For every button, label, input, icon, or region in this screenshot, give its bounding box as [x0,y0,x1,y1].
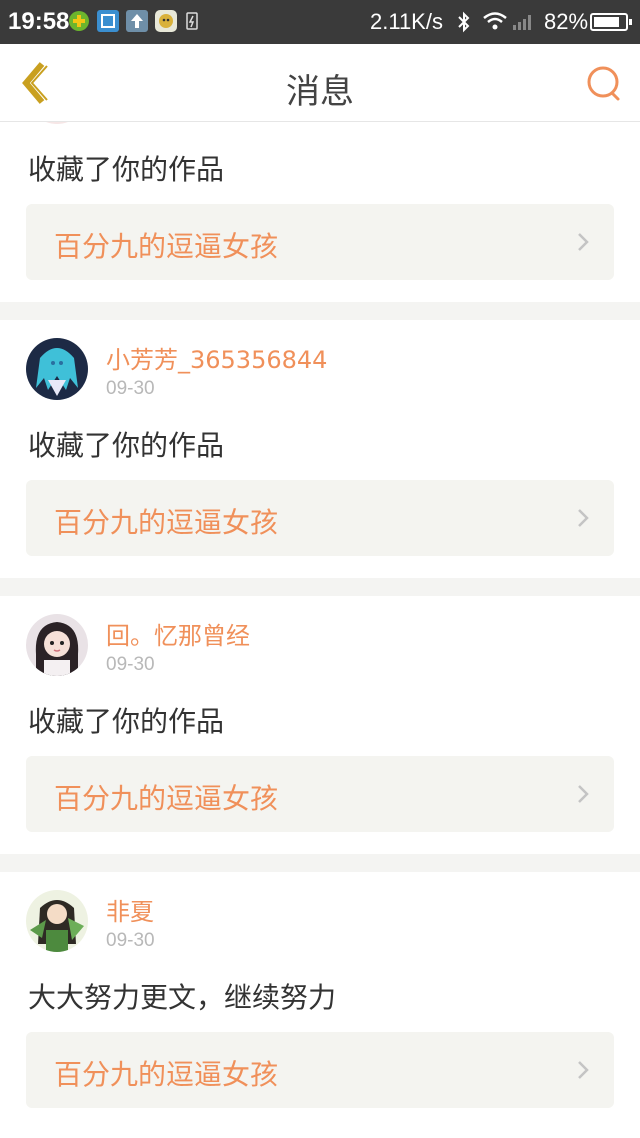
work-title: 百分九的逗逼女孩 [54,506,279,539]
card-separator [0,302,640,320]
battery-level-fill [594,17,619,27]
status-bar: 19:58 2.11K/s 82% [0,0,640,44]
bluetooth-icon [455,10,473,33]
avatar[interactable] [26,122,88,124]
message-text: 收藏了你的作品 [28,429,225,462]
message-date: 09-30 [106,930,155,951]
battery-saver-icon [186,10,198,32]
work-link[interactable]: 百分九的逗逼女孩 [26,480,614,556]
avatar[interactable] [26,890,88,952]
screenshot-icon [97,10,119,32]
message-card: 小芳芳_365356844 09-30 收藏了你的作品 百分九的逗逼女孩 [0,320,640,578]
network-speed: 2.11K/s [370,9,443,34]
message-date: 09-30 [106,378,155,399]
battery-percent: 82% [544,9,589,34]
username[interactable]: 回。忆那曾经 [106,616,250,651]
work-title: 百分九的逗逼女孩 [54,230,279,263]
status-time: 19:58 [8,8,70,35]
avatar[interactable] [26,338,88,400]
message-card: 非夏 09-30 大大努力更文，继续努力 百分九的逗逼女孩 [0,872,640,1130]
message-date: 09-30 [106,122,155,124]
chevron-right-icon [578,1061,589,1079]
chevron-right-icon [578,509,589,527]
username[interactable]: 非夏 [106,892,154,927]
message-text: 收藏了你的作品 [28,153,225,186]
app-icon [155,10,177,32]
username[interactable]: 小芳芳_365356844 [106,340,327,375]
message-card: 回。忆那曾经 09-30 收藏了你的作品 百分九的逗逼女孩 [0,596,640,854]
work-title: 百分九的逗逼女孩 [54,1058,279,1091]
card-separator [0,578,640,596]
search-icon [587,66,620,101]
message-text: 收藏了你的作品 [28,705,225,738]
work-link[interactable]: 百分九的逗逼女孩 [26,756,614,832]
chevron-right-icon [578,785,589,803]
work-title: 百分九的逗逼女孩 [54,782,279,815]
work-link[interactable]: 百分九的逗逼女孩 [26,204,614,280]
add-circle-icon [68,10,90,32]
signal-icon [512,10,536,32]
avatar[interactable] [26,614,88,676]
message-card: 09-30 收藏了你的作品 百分九的逗逼女孩 [0,122,640,302]
app-header: 消息 [0,44,640,122]
message-text: 大大努力更文，继续努力 [28,981,337,1014]
search-button[interactable] [582,62,626,106]
work-link[interactable]: 百分九的逗逼女孩 [26,1032,614,1108]
upload-icon [126,10,148,32]
card-separator [0,854,640,872]
page-title: 消息 [286,72,354,112]
message-date: 09-30 [106,654,155,675]
battery-icon [590,13,632,31]
wifi-icon [482,10,508,32]
chevron-right-icon [578,233,589,251]
message-list[interactable]: 09-30 收藏了你的作品 百分九的逗逼女孩 小芳芳_365356844 09-… [0,122,640,1138]
